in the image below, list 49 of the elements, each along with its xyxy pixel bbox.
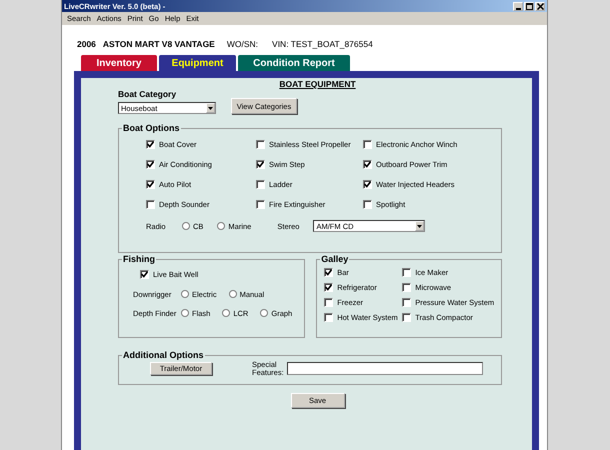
checkbox[interactable] [402, 298, 412, 307]
checkbox[interactable] [146, 180, 155, 189]
checkbox[interactable] [402, 313, 412, 322]
group-title: Boat Options [122, 123, 180, 133]
vehicle-year: 2006 [77, 39, 96, 49]
group-title: Additional Options [122, 350, 204, 360]
panel-title: BOAT EQUIPMENT [279, 79, 356, 89]
checkbox[interactable] [402, 283, 412, 292]
radio-button[interactable] [182, 222, 190, 230]
checkbox[interactable] [324, 313, 334, 322]
close-button[interactable] [535, 2, 545, 10]
maximize-icon [526, 2, 532, 10]
checkbox[interactable] [363, 200, 372, 209]
minimize-button[interactable] [513, 2, 523, 10]
radio-button[interactable] [222, 309, 230, 317]
close-icon [536, 2, 544, 10]
radio-button[interactable] [228, 290, 237, 298]
checkbox[interactable] [363, 160, 372, 169]
boat-category-label: Boat Category [118, 89, 178, 99]
maximize-button[interactable] [524, 2, 534, 10]
group-title: Fishing [122, 254, 156, 264]
tab[interactable]: Equipment [159, 55, 236, 71]
radio-button[interactable] [181, 309, 189, 317]
checkbox[interactable] [402, 268, 412, 277]
radio-button[interactable] [217, 222, 226, 230]
tab[interactable]: Condition Report [238, 55, 350, 71]
group-title: Galley [320, 254, 350, 264]
checkbox[interactable] [140, 270, 149, 279]
caret-icon [417, 224, 422, 228]
caret-icon [208, 106, 213, 110]
radio-button[interactable] [260, 309, 268, 317]
checkbox[interactable] [146, 160, 155, 169]
checkbox[interactable] [363, 140, 372, 149]
checkbox[interactable] [324, 268, 334, 277]
checkbox[interactable] [146, 200, 155, 209]
checkbox[interactable] [363, 180, 372, 189]
vehicle-name: ASTON MART V8 VANTAGE [102, 39, 215, 49]
radio-button[interactable] [181, 290, 189, 298]
wo-sn-label: WO/SN: [226, 39, 258, 49]
checkbox[interactable] [256, 160, 265, 169]
vin-label: VIN: TEST_BOAT_876554 [272, 39, 373, 49]
checkbox[interactable] [324, 298, 334, 307]
checkbox[interactable] [256, 140, 265, 149]
checkbox[interactable] [146, 140, 155, 149]
special-features-field[interactable] [287, 362, 483, 375]
tab[interactable]: Inventory [81, 55, 157, 71]
checkbox[interactable] [256, 200, 265, 209]
checkbox[interactable] [256, 180, 265, 189]
checkbox[interactable] [324, 283, 334, 292]
